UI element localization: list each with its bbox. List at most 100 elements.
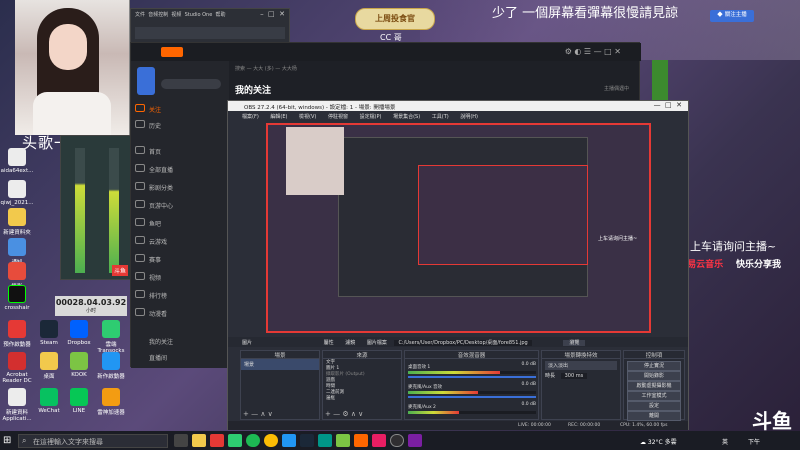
sidebar-item-events[interactable]: 赛事 [135, 254, 161, 264]
sidebar-item-cloud-games[interactable]: 云游戏 [135, 236, 167, 246]
menu-file[interactable]: 檔案(F) [242, 114, 259, 120]
studio-mode-button[interactable]: 工作室模式 [627, 391, 681, 401]
close-icon[interactable]: ✕ [279, 10, 285, 18]
menu-help[interactable]: 說明(H) [460, 114, 478, 120]
desktop-icon[interactable]: 雷神加速器 [94, 388, 128, 416]
menu-scene-collection[interactable]: 場景集合(S) [393, 114, 420, 120]
sidebar-item-my-follow[interactable]: 我的关注 [149, 337, 173, 346]
sidebar-item-web-games[interactable]: 页游中心 [135, 200, 173, 210]
transocks-icon [102, 320, 120, 338]
sidebar-item-live-room[interactable]: 直播间 [149, 353, 167, 362]
sidebar-item-follow[interactable]: 关注 [135, 104, 161, 114]
app-icon-orange[interactable] [354, 434, 368, 447]
start-button[interactable]: ⊞ [3, 435, 14, 446]
studio-one-toolbar [135, 27, 285, 39]
sidebar-item-all-live[interactable]: 全部直播 [135, 164, 173, 174]
volume-slider[interactable] [408, 396, 536, 398]
stop-streaming-button[interactable]: 停止實況 [627, 361, 681, 371]
dock-add-remove-icons[interactable]: + — ⚙ ∧ ∨ [325, 410, 363, 418]
settings-button[interactable]: 設定 [627, 401, 681, 411]
taskview-icon[interactable] [174, 434, 188, 447]
tray-time[interactable]: 下午 [748, 437, 760, 446]
desktop-icon[interactable]: WeChat [32, 388, 66, 414]
desktop-icon[interactable]: 新作啟動器 [94, 352, 128, 380]
channel-label: 麥克風/Aux 2 [408, 405, 436, 410]
desktop-icon[interactable]: 桌面 [32, 352, 66, 380]
steam-taskbar-icon[interactable] [300, 434, 314, 447]
browse-button[interactable]: 瀏覽 [563, 340, 586, 346]
app-icon-teal[interactable] [318, 434, 332, 447]
desktop-icon[interactable]: 預作啟動器 [0, 320, 34, 348]
follow-streamer-button[interactable]: ◆ 關注主播 [710, 10, 754, 22]
desktop-icon[interactable]: 雲端 Transocks [94, 320, 128, 354]
volume-slider[interactable] [408, 376, 536, 378]
chrome-icon[interactable] [264, 434, 278, 447]
scene-item[interactable]: 場景 [241, 359, 319, 370]
minimize-icon[interactable]: – [260, 10, 264, 18]
douyu-small-logo: 斗鱼 [112, 265, 129, 276]
app-icon-green[interactable] [228, 434, 242, 447]
menu-item[interactable]: 文件 [135, 12, 145, 18]
meter-fill [408, 391, 479, 394]
desktop-icon[interactable]: LINE [62, 388, 96, 414]
tray-lang[interactable]: 英 [722, 437, 728, 446]
filters-button[interactable]: 濾鏡 [345, 340, 355, 346]
duration-input[interactable]: 300 ms [560, 373, 588, 379]
taskbar-search-input[interactable]: 在這裡輸入文字來搜尋 [18, 434, 168, 448]
exit-button[interactable]: 離開 [627, 411, 681, 421]
menu-tools[interactable]: 工具(T) [432, 114, 449, 120]
desktop-icon[interactable]: crosshair [0, 285, 34, 311]
maximize-icon[interactable]: □ [268, 10, 275, 18]
menu-item[interactable]: 帮助 [216, 12, 226, 18]
menu-item[interactable]: 视频 [171, 12, 181, 18]
menu-edit[interactable]: 編輯(E) [270, 114, 287, 120]
menu-item[interactable]: 音频控制 [148, 12, 168, 18]
source-item[interactable]: 邊框 [323, 395, 401, 401]
sidebar-item-fishbar[interactable]: 鱼吧 [135, 218, 161, 228]
clock-icon [135, 120, 145, 128]
folder-icon [8, 208, 26, 226]
file-explorer-icon[interactable] [192, 434, 206, 447]
app-icon-pink[interactable] [372, 434, 386, 447]
launcher-icon [102, 352, 120, 370]
app-icon-purple[interactable] [408, 434, 422, 447]
obs-preview-canvas[interactable]: 上车请询问主播~ [266, 123, 651, 333]
spotify-icon[interactable] [246, 434, 260, 447]
cloud-icon [135, 236, 145, 244]
weather-widget[interactable]: ☁ 32°C 多雲 [640, 437, 677, 446]
app-icon-red[interactable] [210, 434, 224, 447]
sidebar-item-history[interactable]: 历史 [135, 120, 161, 130]
desktop-icon[interactable]: KOOK [62, 352, 96, 378]
transition-select[interactable]: 淡入淡出 [545, 361, 617, 370]
properties-button[interactable]: 屬性 [324, 340, 334, 346]
desktop-icon[interactable]: 新建資料夾 [0, 208, 34, 236]
dock-title: 場景 [241, 351, 319, 359]
sidebar-item-home[interactable]: 首页 [135, 146, 161, 156]
studio-one-window[interactable]: 文件 音频控制 视频 Studio One 帮助 – □ ✕ [130, 8, 290, 44]
sidebar-item-anime[interactable]: 动漫看 [135, 308, 167, 318]
app-icon-lime[interactable] [336, 434, 350, 447]
sidebar-item-video[interactable]: 视频 [135, 272, 161, 282]
channel-label: 麥克風/Aux 音效 [408, 385, 443, 390]
sidebar-item-ranking[interactable]: 排行榜 [135, 290, 167, 300]
sidebar-item-categories[interactable]: 影剧分类 [135, 182, 174, 192]
start-recording-button[interactable]: 開始錄影 [627, 371, 681, 381]
virtual-camera-button[interactable]: 啟動虛擬攝影機 [627, 381, 681, 391]
menu-profile[interactable]: 設定檔(P) [360, 114, 382, 120]
menu-item[interactable]: Studio One [185, 12, 213, 18]
desktop-icon[interactable]: aida64ext... [0, 148, 34, 174]
song-request-text: 上车请询问主播~ [690, 240, 777, 253]
sidebar-label: 影剧分类 [149, 185, 174, 192]
desktop-icon[interactable]: Steam [32, 320, 66, 346]
obs-taskbar-icon[interactable] [390, 434, 404, 447]
desktop-icon[interactable]: Dropbox [62, 320, 96, 346]
menu-view[interactable]: 檢視(V) [299, 114, 316, 120]
desktop-icon[interactable]: Acrobat Reader DC [0, 352, 34, 384]
desktop-icon[interactable]: 新建資料 Applicati... [0, 388, 34, 422]
app-icon-blue[interactable] [282, 434, 296, 447]
dock-add-remove-icons[interactable]: + — ∧ ∨ [243, 410, 273, 418]
menu-docks[interactable]: 停駐視窗 [328, 114, 348, 120]
desktop-icon[interactable]: qiwj_2021... [0, 180, 34, 206]
obs-window[interactable]: OBS 27.2.4 (64-bit, windows) - 設定檔: 1 - … [227, 100, 689, 430]
image-path-field[interactable]: C:/Users/User/Dropbox/PC/Desktop/桌面/fore… [394, 340, 532, 346]
